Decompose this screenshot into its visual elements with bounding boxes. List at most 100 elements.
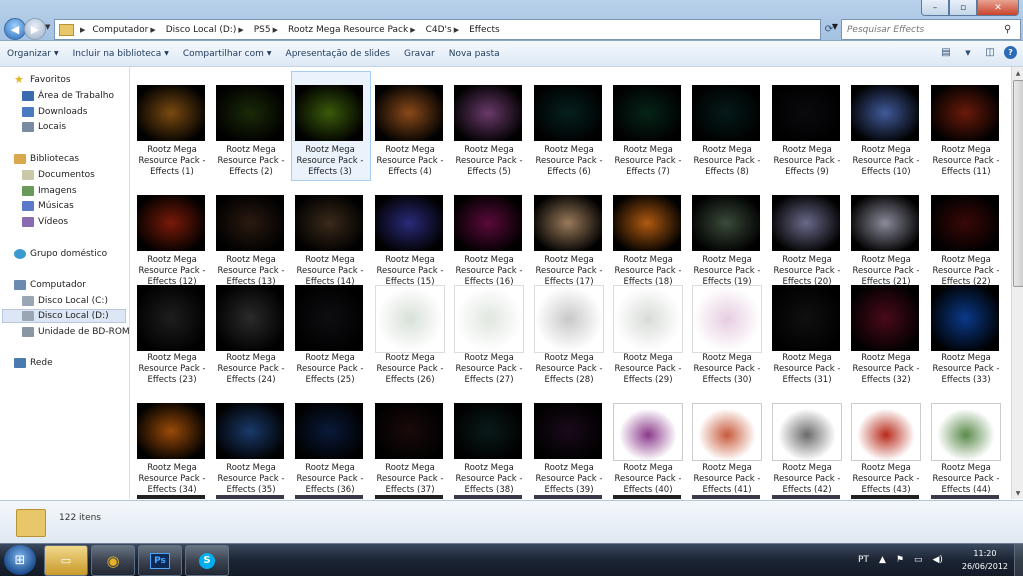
forward-button[interactable]: ▶ (24, 18, 46, 40)
nav-videos[interactable]: Vídeos (22, 215, 68, 229)
taskbar-explorer[interactable]: ▭ (44, 545, 88, 576)
search-icon[interactable]: ⚲ (1004, 24, 1011, 35)
nav-unidade-bd-rom[interactable]: Unidade de BD-ROM (22, 325, 129, 339)
file-item[interactable]: Rootz Mega Resource Pack - Effects (40) (609, 389, 687, 497)
new-folder-button[interactable]: Nova pasta (442, 49, 507, 59)
file-item[interactable]: Rootz Mega Resource Pack - Effects (41) (688, 389, 766, 497)
file-item[interactable] (375, 495, 443, 499)
file-item[interactable]: Rootz Mega Resource Pack - Effects (6) (530, 71, 608, 179)
file-item[interactable] (772, 495, 840, 499)
file-item[interactable]: Rootz Mega Resource Pack - Effects (33) (927, 279, 1005, 387)
show-hidden-icons-icon[interactable]: ▲ (879, 555, 886, 565)
view-options-dropdown[interactable]: ▼ (960, 45, 976, 60)
file-item[interactable]: Rootz Mega Resource Pack - Effects (19) (688, 181, 766, 289)
file-item[interactable]: Rootz Mega Resource Pack - Effects (12) (133, 181, 211, 289)
file-item[interactable]: Rootz Mega Resource Pack - Effects (21) (847, 181, 925, 289)
nav-locais[interactable]: Locais (22, 120, 66, 134)
close-button[interactable]: ✕ (977, 0, 1019, 16)
file-item[interactable] (534, 495, 602, 499)
file-item[interactable]: Rootz Mega Resource Pack - Effects (28) (530, 279, 608, 387)
action-center-icon[interactable]: ⚑ (896, 555, 904, 565)
file-item[interactable]: Rootz Mega Resource Pack - Effects (7) (609, 71, 687, 179)
nav-musicas[interactable]: Músicas (22, 199, 74, 213)
refresh-button[interactable]: ⟳ (820, 21, 838, 37)
file-item[interactable]: Rootz Mega Resource Pack - Effects (39) (530, 389, 608, 497)
scroll-down-arrow-icon[interactable]: ▼ (1012, 487, 1023, 499)
file-item[interactable]: Rootz Mega Resource Pack - Effects (42) (768, 389, 846, 497)
file-item[interactable]: Rootz Mega Resource Pack - Effects (24) (212, 279, 290, 387)
file-item[interactable]: Rootz Mega Resource Pack - Effects (32) (847, 279, 925, 387)
file-item[interactable]: Rootz Mega Resource Pack - Effects (29) (609, 279, 687, 387)
file-item[interactable]: Rootz Mega Resource Pack - Effects (26) (371, 279, 449, 387)
search-input[interactable] (842, 23, 1004, 36)
file-item[interactable]: Rootz Mega Resource Pack - Effects (38) (450, 389, 528, 497)
file-item[interactable]: Rootz Mega Resource Pack - Effects (1) (133, 71, 211, 179)
preview-pane-button[interactable]: ◫ (982, 45, 998, 60)
file-item[interactable]: Rootz Mega Resource Pack - Effects (13) (212, 181, 290, 289)
breadcrumb-computador[interactable]: Computador ▶ (89, 25, 162, 35)
taskbar-skype[interactable]: S (185, 545, 229, 576)
recent-pages-dropdown[interactable]: ▼ (45, 23, 50, 31)
file-item[interactable]: Rootz Mega Resource Pack - Effects (8) (688, 71, 766, 179)
burn-button[interactable]: Gravar (397, 49, 442, 59)
file-item[interactable]: Rootz Mega Resource Pack - Effects (9) (768, 71, 846, 179)
file-item[interactable]: Rootz Mega Resource Pack - Effects (34) (133, 389, 211, 497)
nav-computador[interactable]: Computador (14, 278, 86, 292)
file-item[interactable]: Rootz Mega Resource Pack - Effects (10) (847, 71, 925, 179)
include-in-library-menu[interactable]: Incluir na biblioteca ▼ (66, 49, 176, 59)
network-icon[interactable]: ▭ (914, 555, 923, 565)
file-item[interactable]: Rootz Mega Resource Pack - Effects (11) (927, 71, 1005, 179)
share-with-menu[interactable]: Compartilhar com ▼ (176, 49, 279, 59)
breadcrumb-c4ds[interactable]: C4D's ▶ (423, 25, 467, 35)
maximize-button[interactable]: ▫ (949, 0, 977, 16)
minimize-button[interactable]: – (921, 0, 949, 16)
file-item[interactable]: Rootz Mega Resource Pack - Effects (37) (371, 389, 449, 497)
file-item[interactable]: Rootz Mega Resource Pack - Effects (16) (450, 181, 528, 289)
file-item[interactable] (295, 495, 363, 499)
search-box[interactable]: ⚲ (841, 19, 1021, 40)
taskbar-chrome[interactable]: ◉ (91, 545, 135, 576)
file-item[interactable]: Rootz Mega Resource Pack - Effects (43) (847, 389, 925, 497)
scrollbar-thumb[interactable] (1013, 80, 1023, 287)
change-view-button[interactable]: ▤ (938, 45, 954, 60)
address-bar[interactable]: ▶ Computador ▶ Disco Local (D:) ▶ PS5 ▶ Roo… (54, 19, 838, 40)
file-item[interactable]: Rootz Mega Resource Pack - Effects (14) (291, 181, 369, 289)
file-item[interactable] (931, 495, 999, 499)
nav-downloads[interactable]: Downloads (22, 105, 87, 119)
nav-grupo-domestico[interactable]: Grupo doméstico (14, 247, 107, 261)
file-item[interactable] (137, 495, 205, 499)
nav-imagens[interactable]: Imagens (22, 184, 77, 198)
file-item[interactable]: Rootz Mega Resource Pack - Effects (25) (291, 279, 369, 387)
file-item[interactable]: Rootz Mega Resource Pack - Effects (3) (291, 71, 371, 181)
breadcrumb-disco-local-d[interactable]: Disco Local (D:) ▶ (163, 25, 251, 35)
show-desktop-button[interactable] (1014, 544, 1023, 576)
nav-disco-local-c[interactable]: Disco Local (C:) (22, 294, 108, 308)
breadcrumb-rootz-mega-resource-pack[interactable]: Rootz Mega Resource Pack ▶ (285, 25, 423, 35)
file-item[interactable] (851, 495, 919, 499)
organize-menu[interactable]: Organizar ▼ (0, 49, 66, 59)
file-item[interactable]: Rootz Mega Resource Pack - Effects (23) (133, 279, 211, 387)
file-item[interactable]: Rootz Mega Resource Pack - Effects (4) (371, 71, 449, 179)
file-item[interactable]: Rootz Mega Resource Pack - Effects (15) (371, 181, 449, 289)
back-button[interactable]: ◀ (4, 18, 26, 40)
file-item[interactable]: Rootz Mega Resource Pack - Effects (30) (688, 279, 766, 387)
language-indicator[interactable]: PT (858, 555, 869, 565)
vertical-scrollbar[interactable]: ▲ ▼ (1011, 67, 1023, 499)
file-item[interactable]: Rootz Mega Resource Pack - Effects (36) (291, 389, 369, 497)
nav-documentos[interactable]: Documentos (22, 168, 95, 182)
file-item[interactable]: Rootz Mega Resource Pack - Effects (5) (450, 71, 528, 179)
file-item[interactable] (454, 495, 522, 499)
file-item[interactable]: Rootz Mega Resource Pack - Effects (18) (609, 181, 687, 289)
breadcrumb-effects[interactable]: Effects (466, 25, 503, 35)
scroll-up-arrow-icon[interactable]: ▲ (1012, 67, 1023, 79)
file-item[interactable] (692, 495, 760, 499)
breadcrumb-ps5[interactable]: PS5 ▶ (251, 25, 285, 35)
file-item[interactable]: Rootz Mega Resource Pack - Effects (44) (927, 389, 1005, 497)
nav-rede[interactable]: Rede (14, 356, 53, 370)
file-item[interactable]: Rootz Mega Resource Pack - Effects (35) (212, 389, 290, 497)
slideshow-button[interactable]: Apresentação de slides (279, 49, 397, 59)
help-button[interactable]: ? (1004, 46, 1017, 59)
clock[interactable]: 11:20 26/06/2012 (962, 547, 1008, 573)
file-item[interactable] (613, 495, 681, 499)
nav-disco-local-d[interactable]: Disco Local (D:) (2, 309, 126, 323)
